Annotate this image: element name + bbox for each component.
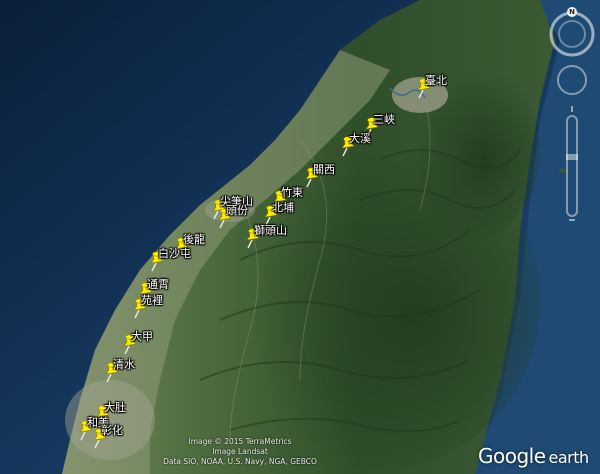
logo-earth: earth [548, 448, 590, 467]
placemark-dajia[interactable]: 大甲 [121, 330, 153, 356]
imagery-credits: Image © 2015 TerraMetrics Image Landsat … [155, 437, 325, 467]
placemark-label: 白沙屯 [158, 247, 191, 260]
navigation-controls: N [548, 4, 596, 234]
placemark-guanxi[interactable]: 關西 [303, 163, 335, 189]
placemark-label: 關西 [313, 163, 335, 176]
placemark-label: 獅頭山 [254, 224, 287, 237]
placemark-toufen[interactable]: 頭份 [216, 204, 248, 230]
map-view[interactable]: N 臺北 三峽 大溪 關西 竹東 北埔 獅頭山 尖筆山 頭份 後龍 白沙屯 通霄 苑裡 大甲 清水 大肚 和美彰… [0, 0, 600, 474]
placemark-label: 北埔 [272, 201, 294, 214]
placemark-label: 大甲 [131, 330, 153, 343]
credit-line: Image © 2015 TerraMetrics [188, 437, 292, 446]
placemark-label: 臺北 [425, 74, 447, 87]
placemark-qingshui[interactable]: 清水 [103, 358, 135, 384]
placemark-yuanli[interactable]: 苑裡 [131, 294, 163, 320]
placemark-daxi[interactable]: 大溪 [339, 132, 371, 158]
compass-zoom-icon [549, 11, 595, 221]
placemark-label: 頭份 [226, 204, 248, 217]
placemark-label: 通霄 [147, 278, 169, 291]
placemark-label: 大溪 [349, 132, 371, 145]
placemark-label: 大肚 [104, 401, 126, 414]
placemark-label: 三峽 [373, 113, 395, 126]
credit-line: Data SIO, NOAA, U.S. Navy, NGA, GEBCO [163, 457, 317, 466]
logo-google: Google [478, 444, 546, 468]
satellite-imagery [0, 0, 600, 474]
placemark-label: 清水 [113, 358, 135, 371]
credit-line: Image Landsat [212, 447, 268, 456]
placemark-label: 彰化 [101, 424, 123, 437]
placemark-shitoushan[interactable]: 獅頭山 [244, 224, 287, 250]
north-button[interactable]: N [567, 7, 577, 17]
placemark-taipei[interactable]: 臺北 [415, 74, 447, 100]
google-earth-logo: Google earth [478, 444, 589, 468]
placemark-label: 苑裡 [141, 294, 163, 307]
placemark-label: 竹東 [281, 186, 303, 199]
placemark-changhua[interactable]: 彰化 [91, 424, 123, 450]
placemark-baishatun[interactable]: 白沙屯 [148, 247, 191, 273]
